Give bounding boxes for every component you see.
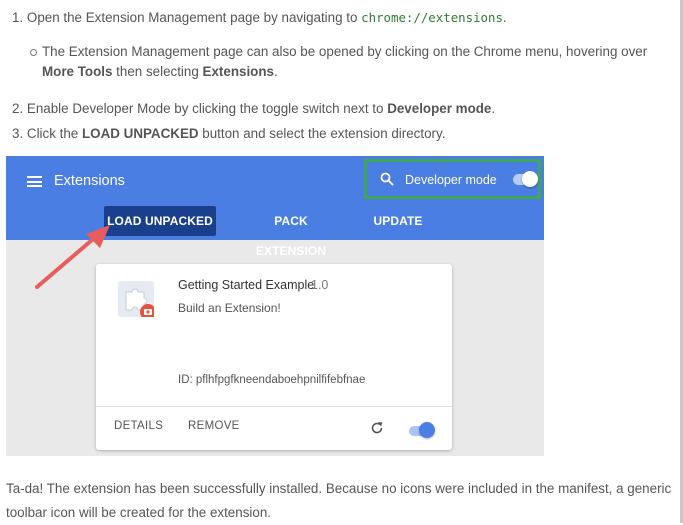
sub-step-text-2: then selecting xyxy=(116,64,199,79)
sub-step: The Extension Management page can also b… xyxy=(30,42,660,82)
developer-mode-label: Developer mode xyxy=(387,101,492,116)
step-1: 1. Open the Extension Management page by… xyxy=(12,8,507,28)
step-number: 1. xyxy=(12,10,24,25)
step-3: 3. Click the LOAD UNPACKED button and se… xyxy=(12,124,445,144)
extension-enable-toggle-knob[interactable] xyxy=(419,422,435,438)
step-end: . xyxy=(502,10,507,25)
sub-step-text: The Extension Management page can also b… xyxy=(42,44,648,59)
extensions-label: Extensions xyxy=(202,64,274,79)
divider xyxy=(96,406,452,407)
remove-button[interactable]: REMOVE xyxy=(188,420,240,432)
extension-id: ID: pflhfpgfkneendaboehpnilfifebfnae xyxy=(178,374,366,386)
bullet-icon xyxy=(30,49,37,56)
extensions-page-screenshot: Extensions Developer mode LOAD UNPACKED … xyxy=(6,156,544,456)
footer-text: Ta-da! The extension has been successful… xyxy=(6,481,672,520)
step-end: . xyxy=(491,101,496,116)
step-text: Click the xyxy=(26,126,79,141)
extension-name: Getting Started Example xyxy=(178,278,315,292)
step-text: Enable Developer Mode by clicking the to… xyxy=(26,101,384,116)
step-2: 2. Enable Developer Mode by clicking the… xyxy=(12,99,495,119)
step-number: 2. xyxy=(12,101,24,116)
step-end: button and select the extension director… xyxy=(198,126,446,141)
step-number: 3. xyxy=(12,126,24,141)
extension-card: Getting Started Example 1.0 Build an Ext… xyxy=(96,264,452,450)
extension-version: 1.0 xyxy=(311,278,329,292)
puzzle-icon xyxy=(118,281,154,317)
details-button[interactable]: DETAILS xyxy=(114,420,163,432)
extensions-url: chrome://extensions xyxy=(361,10,503,25)
sub-step-end: . xyxy=(274,64,278,79)
load-unpacked-label: LOAD UNPACKED xyxy=(82,126,199,141)
reload-icon[interactable] xyxy=(370,421,384,435)
extension-description: Build an Extension! xyxy=(178,301,281,315)
more-tools-label: More Tools xyxy=(42,64,113,79)
step-text: Open the Extension Management page by na… xyxy=(26,10,358,25)
